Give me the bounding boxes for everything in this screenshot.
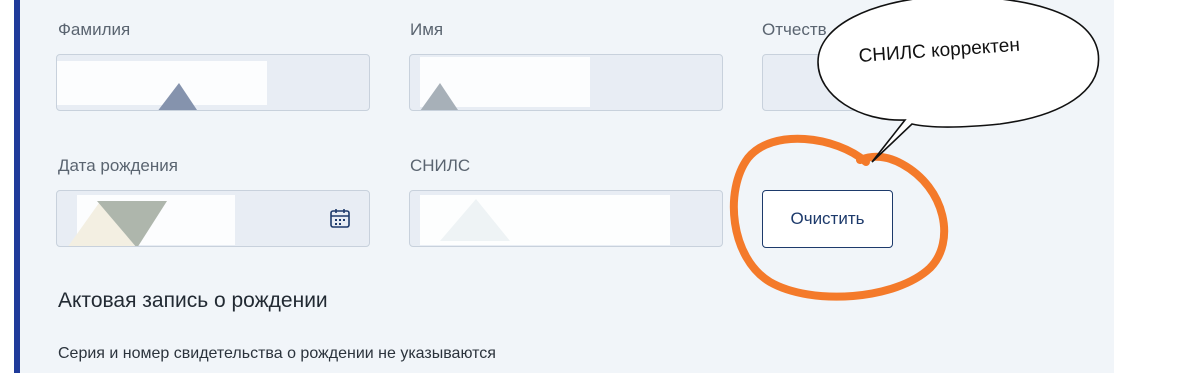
orange-highlight-circle (729, 134, 949, 301)
speech-bubble (817, 0, 1100, 163)
